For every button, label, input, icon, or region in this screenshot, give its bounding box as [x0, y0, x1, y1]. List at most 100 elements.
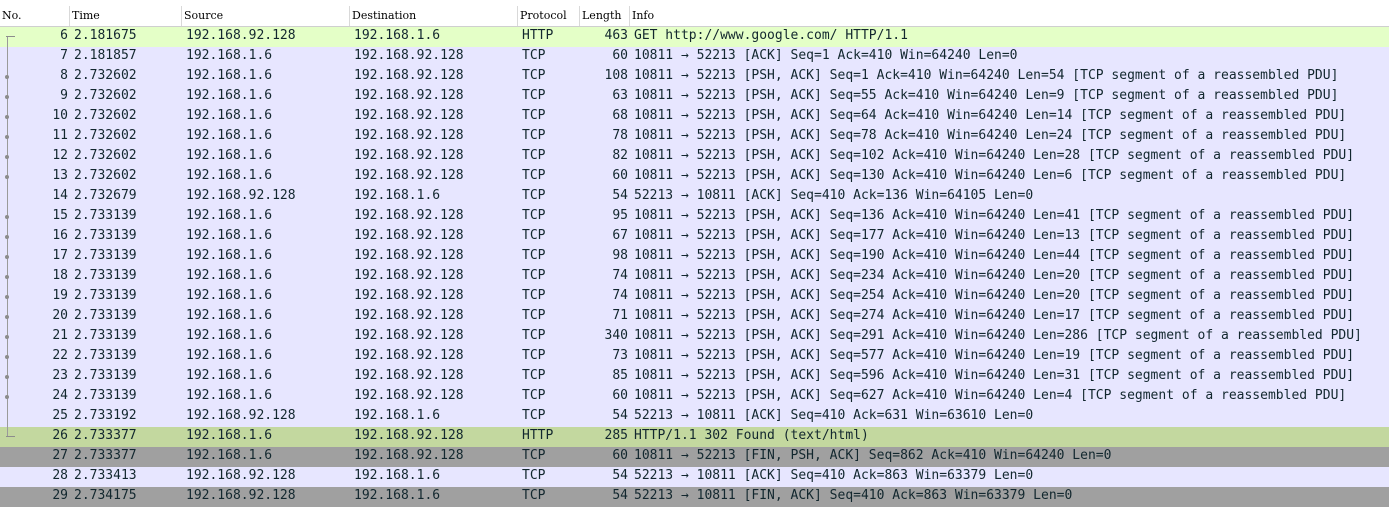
packet-row[interactable]: 25 2.733192 192.168.92.128 192.168.1.6 TCP 54… [0, 407, 1389, 427]
packet-length: 82 [612, 148, 628, 163]
packet-protocol: HTTP [522, 28, 554, 43]
packet-source: 192.168.1.6 [186, 88, 273, 103]
packet-destination: 192.168.1.6 [354, 28, 441, 43]
packet-time: 2.734175 [74, 488, 137, 503]
packet-row[interactable]: 14 2.732679 192.168.92.128 192.168.1.6 TCP 54… [0, 187, 1389, 207]
packet-length: 54 [612, 188, 628, 203]
packet-no: 28 [52, 468, 68, 483]
packet-time: 2.733139 [74, 328, 137, 343]
packet-destination: 192.168.1.6 [354, 468, 441, 483]
column-header-no[interactable]: No. [0, 6, 70, 26]
packet-row[interactable]: 27 2.733377 192.168.1.6 192.168.92.128 TCP 60… [0, 447, 1389, 467]
packet-destination: 192.168.92.128 [354, 228, 464, 243]
packet-destination: 192.168.92.128 [354, 88, 464, 103]
column-header-source[interactable]: Source [182, 6, 350, 26]
packet-no: 7 [60, 48, 68, 63]
packet-info: 10811 → 52213 [PSH, ACK] Seq=55 Ack=410 … [634, 88, 1339, 103]
packet-row[interactable]: 17 2.733139 192.168.1.6 192.168.92.128 TCP 98… [0, 247, 1389, 267]
packet-row[interactable]: 8 2.732602 192.168.1.6 192.168.92.128 TCP 108… [0, 67, 1389, 87]
packet-info: GET http://www.google.com/ HTTP/1.1 [634, 28, 908, 43]
packet-row[interactable]: 6 2.181675 192.168.92.128 192.168.1.6 HTTP 46… [0, 27, 1389, 47]
column-header-time[interactable]: Time [70, 6, 182, 26]
packet-row[interactable]: 12 2.732602 192.168.1.6 192.168.92.128 TCP 82… [0, 147, 1389, 167]
packet-protocol: TCP [522, 148, 546, 163]
packet-row[interactable]: 26 2.733377 192.168.1.6 192.168.92.128 HTTP 2… [0, 427, 1389, 447]
packet-time: 2.733139 [74, 248, 137, 263]
column-header-length[interactable]: Length [580, 6, 630, 26]
packet-protocol: TCP [522, 288, 546, 303]
column-header-info[interactable]: Info [630, 6, 1389, 26]
packet-info: 10811 → 52213 [PSH, ACK] Seq=274 Ack=410… [634, 308, 1355, 323]
packet-row[interactable]: 7 2.181857 192.168.1.6 192.168.92.128 TCP 60 1… [0, 47, 1389, 67]
packet-time: 2.732679 [74, 188, 137, 203]
packet-protocol: TCP [522, 48, 546, 63]
packet-row[interactable]: 24 2.733139 192.168.1.6 192.168.92.128 TCP 60… [0, 387, 1389, 407]
packet-protocol: TCP [522, 128, 546, 143]
packet-protocol: TCP [522, 368, 546, 383]
packet-destination: 192.168.92.128 [354, 208, 464, 223]
packet-row[interactable]: 21 2.733139 192.168.1.6 192.168.92.128 TCP 34… [0, 327, 1389, 347]
packet-source: 192.168.1.6 [186, 448, 273, 463]
packet-time: 2.732602 [74, 148, 137, 163]
packet-row[interactable]: 20 2.733139 192.168.1.6 192.168.92.128 TCP 71… [0, 307, 1389, 327]
packet-destination: 192.168.92.128 [354, 108, 464, 123]
packet-row[interactable]: 29 2.734175 192.168.92.128 192.168.1.6 TCP 54… [0, 487, 1389, 507]
packet-row[interactable]: 10 2.732602 192.168.1.6 192.168.92.128 TCP 68… [0, 107, 1389, 127]
packet-row[interactable]: 9 2.732602 192.168.1.6 192.168.92.128 TCP 63 1… [0, 87, 1389, 107]
packet-length: 85 [612, 368, 628, 383]
packet-time: 2.733377 [74, 428, 137, 443]
packet-info: 10811 → 52213 [PSH, ACK] Seq=254 Ack=410… [634, 288, 1355, 303]
packet-no: 14 [52, 188, 68, 203]
packet-length: 54 [612, 488, 628, 503]
packet-source: 192.168.92.128 [186, 468, 296, 483]
column-header-protocol[interactable]: Protocol [518, 6, 580, 26]
packet-protocol: TCP [522, 348, 546, 363]
packet-protocol: TCP [522, 328, 546, 343]
packet-destination: 192.168.92.128 [354, 148, 464, 163]
packet-source: 192.168.1.6 [186, 208, 273, 223]
packet-info: 10811 → 52213 [PSH, ACK] Seq=64 Ack=410 … [634, 108, 1347, 123]
packet-row[interactable]: 11 2.732602 192.168.1.6 192.168.92.128 TCP 78… [0, 127, 1389, 147]
packet-row[interactable]: 19 2.733139 192.168.1.6 192.168.92.128 TCP 74… [0, 287, 1389, 307]
packet-source: 192.168.1.6 [186, 368, 273, 383]
packet-no: 19 [52, 288, 68, 303]
packet-time: 2.733377 [74, 448, 137, 463]
packet-row[interactable]: 16 2.733139 192.168.1.6 192.168.92.128 TCP 67… [0, 227, 1389, 247]
packet-info: 10811 → 52213 [PSH, ACK] Seq=102 Ack=410… [634, 148, 1355, 163]
packet-length: 60 [612, 388, 628, 403]
packet-no: 24 [52, 388, 68, 403]
packet-no: 8 [60, 68, 68, 83]
packet-destination: 192.168.92.128 [354, 448, 464, 463]
packet-length: 60 [612, 448, 628, 463]
packet-row[interactable]: 15 2.733139 192.168.1.6 192.168.92.128 TCP 95… [0, 207, 1389, 227]
packet-length: 463 [604, 28, 628, 43]
packet-no: 22 [52, 348, 68, 363]
packet-length: 74 [612, 268, 628, 283]
packet-no: 25 [52, 408, 68, 423]
packet-source: 192.168.1.6 [186, 128, 273, 143]
packet-time: 2.181857 [74, 48, 137, 63]
packet-row[interactable]: 13 2.732602 192.168.1.6 192.168.92.128 TCP 60… [0, 167, 1389, 187]
packet-no: 20 [52, 308, 68, 323]
packet-destination: 192.168.92.128 [354, 328, 464, 343]
packet-row[interactable]: 23 2.733139 192.168.1.6 192.168.92.128 TCP 85… [0, 367, 1389, 387]
packet-length: 54 [612, 408, 628, 423]
packet-length: 63 [612, 88, 628, 103]
packet-time: 2.732602 [74, 108, 137, 123]
packet-row[interactable]: 28 2.733413 192.168.92.128 192.168.1.6 TCP 54… [0, 467, 1389, 487]
packet-no: 6 [60, 28, 68, 43]
packet-source: 192.168.92.128 [186, 408, 296, 423]
column-header-destination[interactable]: Destination [350, 6, 518, 26]
packet-no: 17 [52, 248, 68, 263]
packet-destination: 192.168.92.128 [354, 128, 464, 143]
packet-row[interactable]: 22 2.733139 192.168.1.6 192.168.92.128 TCP 73… [0, 347, 1389, 367]
packet-source: 192.168.1.6 [186, 148, 273, 163]
packet-info: HTTP/1.1 302 Found (text/html) [634, 428, 869, 443]
packet-no: 10 [52, 108, 68, 123]
packet-time: 2.732602 [74, 168, 137, 183]
packet-destination: 192.168.1.6 [354, 188, 441, 203]
packet-no: 16 [52, 228, 68, 243]
packet-no: 15 [52, 208, 68, 223]
packet-destination: 192.168.92.128 [354, 368, 464, 383]
packet-row[interactable]: 18 2.733139 192.168.1.6 192.168.92.128 TCP 74… [0, 267, 1389, 287]
